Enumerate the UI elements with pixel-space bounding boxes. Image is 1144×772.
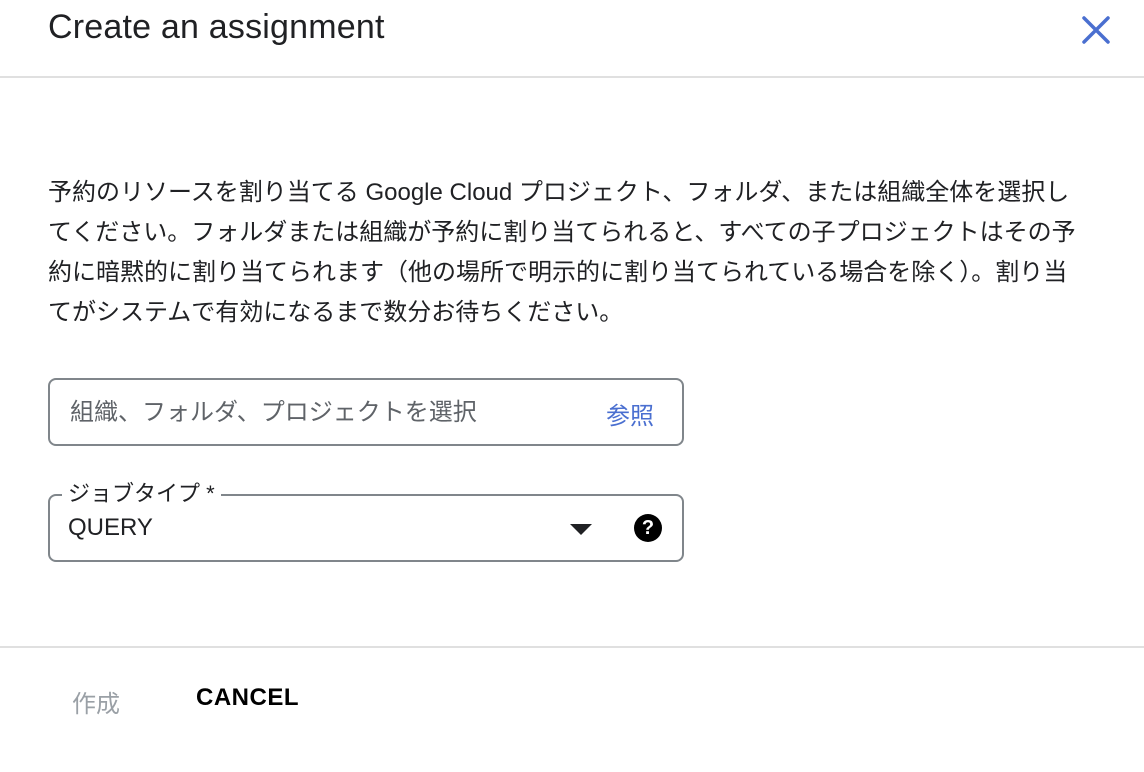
job-type-select[interactable]: ジョブタイプ * QUERY ? — [48, 476, 684, 562]
close-button[interactable] — [1076, 10, 1116, 50]
cancel-button[interactable]: CANCEL — [196, 684, 299, 712]
browse-link[interactable]: 参照 — [606, 396, 654, 431]
close-icon — [1082, 16, 1110, 44]
help-icon[interactable]: ? — [634, 514, 662, 542]
arrow-drop-down-icon[interactable] — [570, 524, 592, 535]
job-type-label: ジョブタイプ * — [62, 476, 221, 508]
dialog-header: Create an assignment — [0, 0, 1144, 78]
dialog-description: 予約のリソースを割り当てる Google Cloud プロジェクト、フォルダ、ま… — [48, 179, 1076, 326]
create-button[interactable]: 作成 — [72, 684, 120, 719]
org-folder-project-field[interactable]: 参照 — [48, 378, 684, 446]
dialog-title: Create an assignment — [48, 8, 385, 46]
org-folder-project-input[interactable] — [68, 380, 572, 446]
footer-divider — [0, 646, 1144, 648]
job-type-value[interactable]: QUERY — [68, 514, 153, 542]
